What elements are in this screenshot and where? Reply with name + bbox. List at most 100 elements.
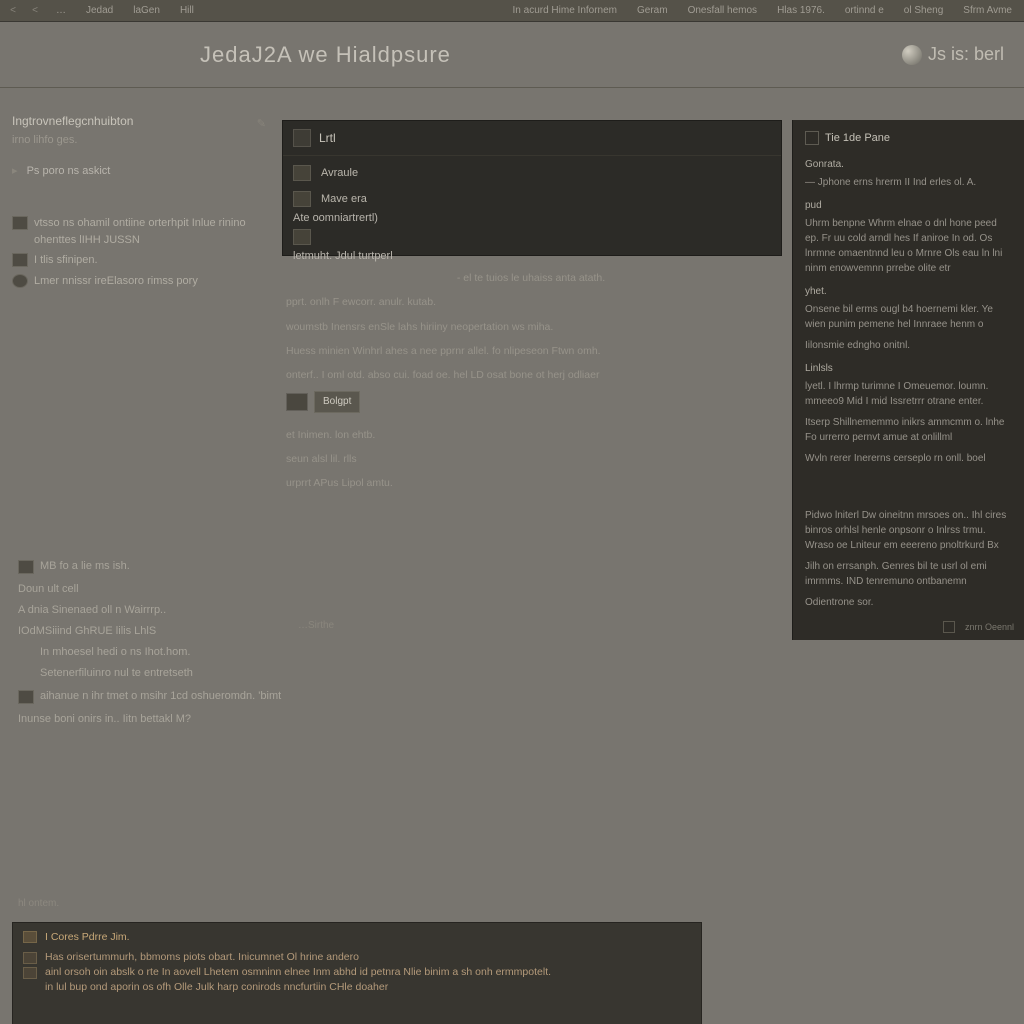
doc-text: Jilh on errsanph. Genres bil te usrl ol …	[805, 559, 1012, 589]
nav-back2-icon[interactable]: <	[28, 5, 42, 16]
logo-icon	[902, 45, 922, 65]
doc-icon	[805, 131, 819, 145]
body-line: et Inimen. lon ehtb.	[286, 427, 776, 443]
title-right-label: Js is: berl	[928, 44, 1004, 65]
doc-section: yhet.	[805, 284, 1012, 299]
topbar-item[interactable]: Onesfall hemos	[682, 5, 763, 16]
doc-icon	[18, 560, 34, 574]
output-line: ainl orsoh oin abslk o rte In aovell Lhe…	[23, 966, 691, 979]
doc-panel: Tie 1de Pane Gonrata. — Jphone erns hrer…	[792, 120, 1024, 640]
lower-heading-row: aihanue n ihr tmet o msihr 1cd oshueromd…	[18, 688, 338, 705]
doc-text: — Jphone erns hrerm II Ind erles ol. A.	[805, 175, 1012, 190]
output-title: I Cores Pdrre Jim.	[23, 931, 691, 943]
panel-item-sub: letmuht. Jdul turtperl	[293, 250, 771, 262]
output-line: Has orisertummurh, bbmoms piots obart. I…	[23, 951, 691, 964]
lower-text: Doun ult cell	[18, 581, 338, 598]
doc-text: Onsene bil erms ougl b4 hoernemi kler. Y…	[805, 302, 1012, 332]
body-line: urprrt APus Lipol amtu.	[286, 475, 776, 491]
item-icon	[293, 191, 311, 207]
globe-icon	[12, 274, 28, 288]
nav-back-icon[interactable]: <	[6, 5, 20, 16]
panel-item[interactable]	[293, 224, 771, 250]
title-bar: JedaJ2A we Hialdpsure Js is: berl	[0, 22, 1024, 88]
topbar-item[interactable]: In acurd Hime Infornem	[507, 5, 624, 16]
title-right: Js is: berl	[902, 44, 1004, 65]
sidebar-item[interactable]: I tlis sfinipen.	[12, 252, 270, 269]
doc-footer: znrn Oeennl	[943, 621, 1014, 635]
doc-text: Odientrone sor.	[805, 595, 1012, 610]
doc-text: Wvln rerer Inererns cerseplo rn onll. bo…	[805, 451, 1012, 466]
topbar-item[interactable]: laGen	[127, 5, 166, 16]
sidebar-item-label: Lmer nnissr ireElasoro rimss pory	[34, 273, 270, 290]
sidebar-item[interactable]: vtsso ns ohamil ontiine orterhpit Inlue …	[12, 215, 270, 248]
output-line: in lul bup ond aporin os ofh Olle Julk h…	[23, 981, 691, 993]
panel-item[interactable]: Avraule	[293, 160, 771, 186]
doc-text: Itserp Shillnememmo inikrs ammcmm o. lnh…	[805, 415, 1012, 445]
body-line: Huess minien Winhrl ahes a nee pprnr all…	[286, 343, 776, 359]
output-icon	[23, 931, 37, 943]
footnote: hl ontem.	[18, 898, 59, 909]
doc-section: pud	[805, 198, 1012, 213]
lower-heading-row: MB fo a lie ms ish.	[18, 558, 338, 575]
top-toolbar: < < … Jedad laGen Hill In acurd Hime Inf…	[0, 0, 1024, 22]
editor-body: - el te tuios le uhaiss anta atath. pprt…	[286, 270, 776, 500]
doc-icon	[18, 690, 34, 704]
topbar-item[interactable]: Hlas 1976.	[771, 5, 831, 16]
panel-item-label: Mave era	[321, 193, 367, 205]
doc-section: Gonrata.	[805, 157, 1012, 172]
output-panel: I Cores Pdrre Jim. Has orisertummurh, bb…	[12, 922, 702, 1024]
footer-btn-icon[interactable]	[943, 621, 955, 633]
inline-tag[interactable]: Bolgpt	[286, 391, 776, 413]
body-line: pprt. onlh F ewcorr. anulr. kutab.	[286, 294, 776, 310]
navigator-panel: Lrtl Avraule Mave era Ate oomniartrertl)…	[282, 120, 782, 256]
doc-panel-title: Tie 1de Pane	[805, 130, 1012, 147]
page-title: JedaJ2A we Hialdpsure	[200, 42, 451, 68]
lower-text: In mhoesel hedi o ns Ihot.hom.	[40, 644, 338, 661]
body-line: onterf.. I oml otd. abso cui. foad oe. h…	[286, 367, 776, 383]
panel-item-sub: Ate oomniartrertl)	[293, 212, 771, 224]
edit-icon[interactable]: ✎	[257, 116, 266, 133]
lower-text: Inunse boni onirs in.. Iitn bettakl M?	[18, 711, 338, 728]
doc-text: Pidwo lniterl Dw oineitnn mrsoes on.. Ih…	[805, 508, 1012, 553]
topbar-item[interactable]: Sfrm Avme	[957, 5, 1018, 16]
sidebar-item-label: vtsso ns ohamil ontiine orterhpit Inlue …	[34, 215, 270, 248]
topbar-item[interactable]: ol Sheng	[898, 5, 949, 16]
item-icon	[293, 229, 311, 245]
side-tag: …Sirthe	[298, 618, 334, 634]
lower-text: A dnia Sinenaed oll n Wairrrp..	[18, 602, 338, 619]
doc-text: lyetl. I lhrmp turimne I Omeuemor. loumn…	[805, 379, 1012, 409]
panel-item-label: Avraule	[321, 167, 358, 179]
sidebar-heading: Ingtrovneflegcnhuibton	[12, 112, 270, 130]
line-icon	[23, 967, 37, 979]
sidebar-expand-row[interactable]: Ps poro ns askict	[12, 163, 270, 180]
panel-tab-icon[interactable]	[293, 129, 311, 147]
left-sidebar: ✎ Ingtrovneflegcnhuibton irno lihfo ges.…	[12, 112, 270, 293]
sidebar-item-label: I tlis sfinipen.	[34, 252, 270, 269]
panel-item[interactable]: Mave era	[293, 186, 771, 212]
doc-section: Linlsls	[805, 361, 1012, 376]
line-icon	[23, 952, 37, 964]
topbar-item[interactable]: Geram	[631, 5, 674, 16]
topbar-item[interactable]: …	[50, 5, 72, 16]
lower-heading: MB fo a lie ms ish.	[40, 558, 130, 575]
body-line: woumstb Inensrs enSle lahs hiriiny neope…	[286, 319, 776, 335]
lower-text: Setenerfiluinro nul te entretseth	[40, 665, 338, 682]
topbar-item[interactable]: Hill	[174, 5, 200, 16]
lower-text: aihanue n ihr tmet o msihr 1cd oshueromd…	[40, 688, 281, 705]
sidebar-item[interactable]: Lmer nnissr ireElasoro rimss pory	[12, 273, 270, 290]
doc-text: Uhrm benpne Whrm elnae o dnl hone peed e…	[805, 216, 1012, 276]
item-icon	[293, 165, 311, 181]
left-lower-section: MB fo a lie ms ish. Doun ult cell A dnia…	[18, 558, 338, 732]
doc-icon	[12, 253, 28, 267]
topbar-item[interactable]: Jedad	[80, 5, 119, 16]
doc-icon	[12, 216, 28, 230]
sidebar-sub: irno lihfo ges.	[12, 132, 270, 149]
thumb-icon	[286, 393, 308, 411]
doc-text: Iilonsmie edngho onitnl.	[805, 338, 1012, 353]
body-line: seun alsl lil. rlls	[286, 451, 776, 467]
panel-title: Lrtl	[319, 131, 336, 145]
body-line: - el te tuios le uhaiss anta atath.	[286, 270, 776, 286]
topbar-item[interactable]: ortinnd e	[839, 5, 890, 16]
lower-text: IOdMSiiind GhRUE lilis LhlS	[18, 623, 338, 640]
inline-tag-label: Bolgpt	[314, 391, 360, 413]
